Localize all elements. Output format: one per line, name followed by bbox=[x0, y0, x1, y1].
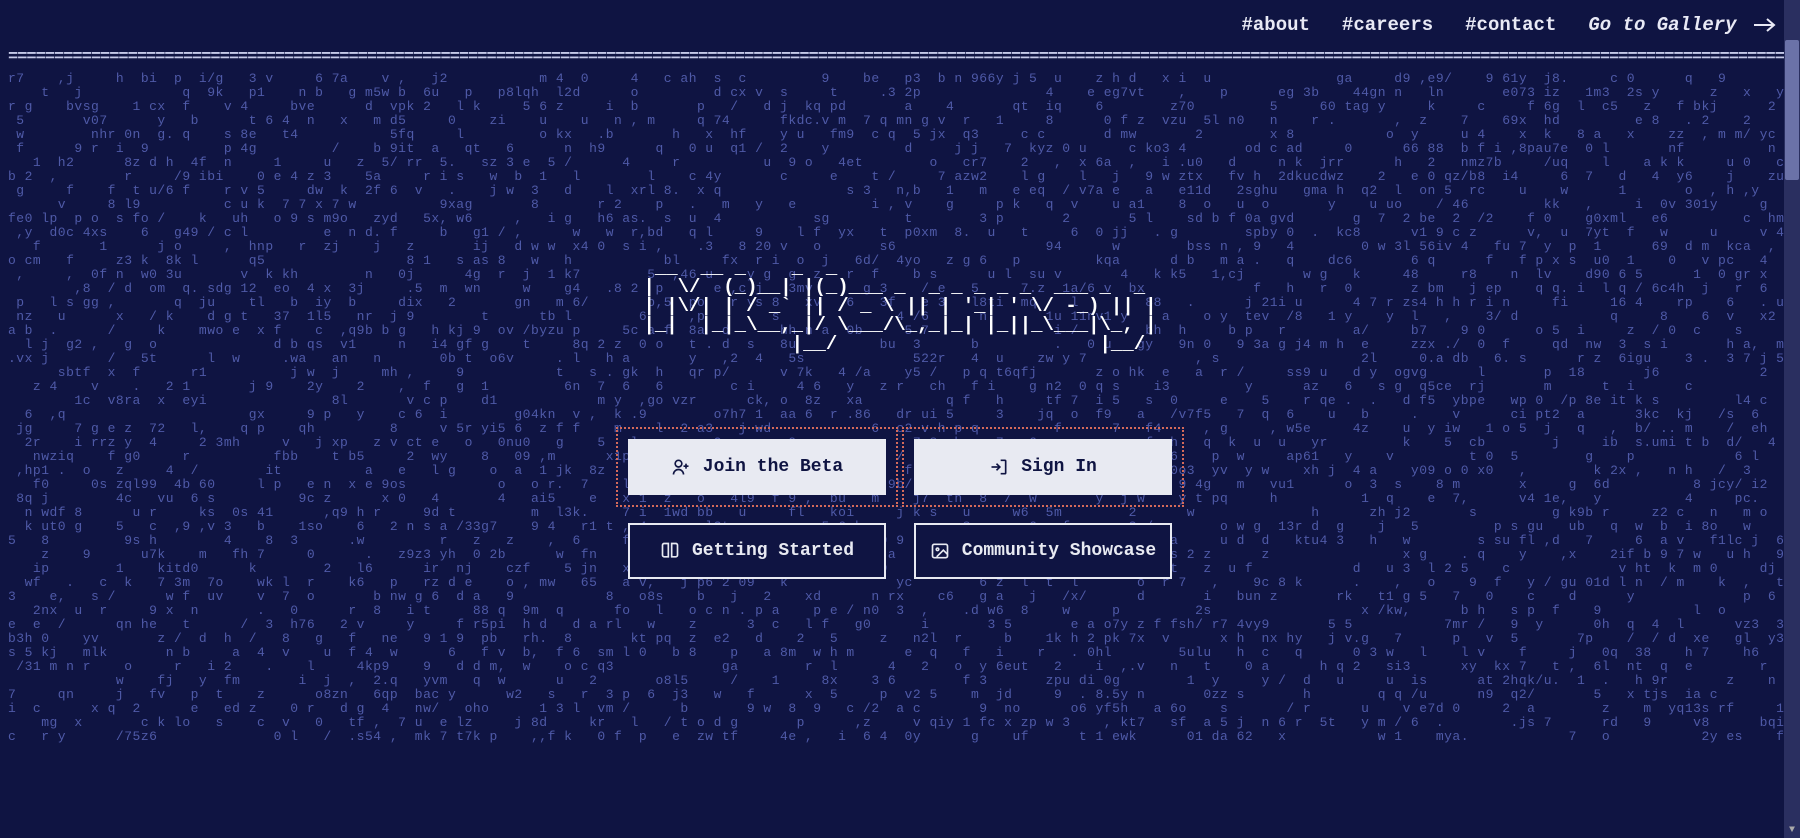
user-plus-icon bbox=[671, 457, 691, 477]
getting-started-label: Getting Started bbox=[692, 541, 854, 561]
sign-in-label: Sign In bbox=[1021, 457, 1097, 477]
nav-gallery-label: Go to Gallery bbox=[1588, 14, 1736, 36]
scrollbar-thumb[interactable] bbox=[1785, 40, 1799, 180]
arrow-right-icon bbox=[1754, 18, 1776, 32]
sign-in-icon bbox=[989, 457, 1009, 477]
nav-careers-link[interactable]: #careers bbox=[1342, 14, 1433, 36]
scroll-down-arrow-icon[interactable]: ▼ bbox=[1784, 822, 1800, 838]
community-showcase-label: Community Showcase bbox=[962, 541, 1156, 561]
nav-contact-link[interactable]: #contact bbox=[1465, 14, 1556, 36]
top-nav: #about #careers #contact Go to Gallery bbox=[1218, 0, 1800, 50]
hero-center: __ __ _ _ _ | \/ (_)__| |(_)___ _ _ _ _ … bbox=[0, 0, 1800, 838]
image-icon bbox=[930, 541, 950, 561]
join-beta-button[interactable]: Join the Beta bbox=[628, 439, 886, 495]
community-showcase-button[interactable]: Community Showcase bbox=[914, 523, 1172, 579]
vertical-scrollbar[interactable]: ▼ bbox=[1784, 0, 1800, 838]
book-icon bbox=[660, 541, 680, 561]
join-beta-label: Join the Beta bbox=[703, 457, 843, 477]
sign-in-button[interactable]: Sign In bbox=[914, 439, 1172, 495]
getting-started-button[interactable]: Getting Started bbox=[628, 523, 886, 579]
nav-gallery-link[interactable]: Go to Gallery bbox=[1588, 14, 1776, 36]
cta-buttons: Join the Beta Sign In Getting Started Co… bbox=[628, 439, 1172, 579]
logo-ascii: __ __ _ _ _ | \/ (_)__| |(_)___ _ _ _ _ … bbox=[643, 259, 1156, 354]
nav-about-link[interactable]: #about bbox=[1242, 14, 1310, 36]
